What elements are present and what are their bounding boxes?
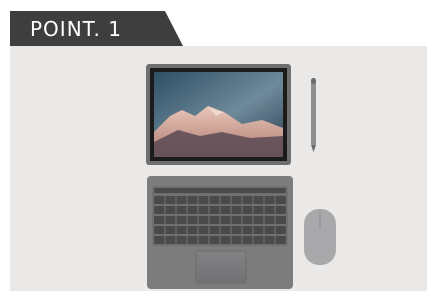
product-photo xyxy=(10,46,427,291)
keyboard-cover xyxy=(147,176,293,289)
mouse xyxy=(304,209,336,265)
product-illustration xyxy=(146,64,336,289)
trackpad xyxy=(195,250,247,284)
tablet-device xyxy=(146,64,291,165)
stylus-pen xyxy=(311,78,316,152)
point-label: POINT. 1 xyxy=(30,17,122,41)
